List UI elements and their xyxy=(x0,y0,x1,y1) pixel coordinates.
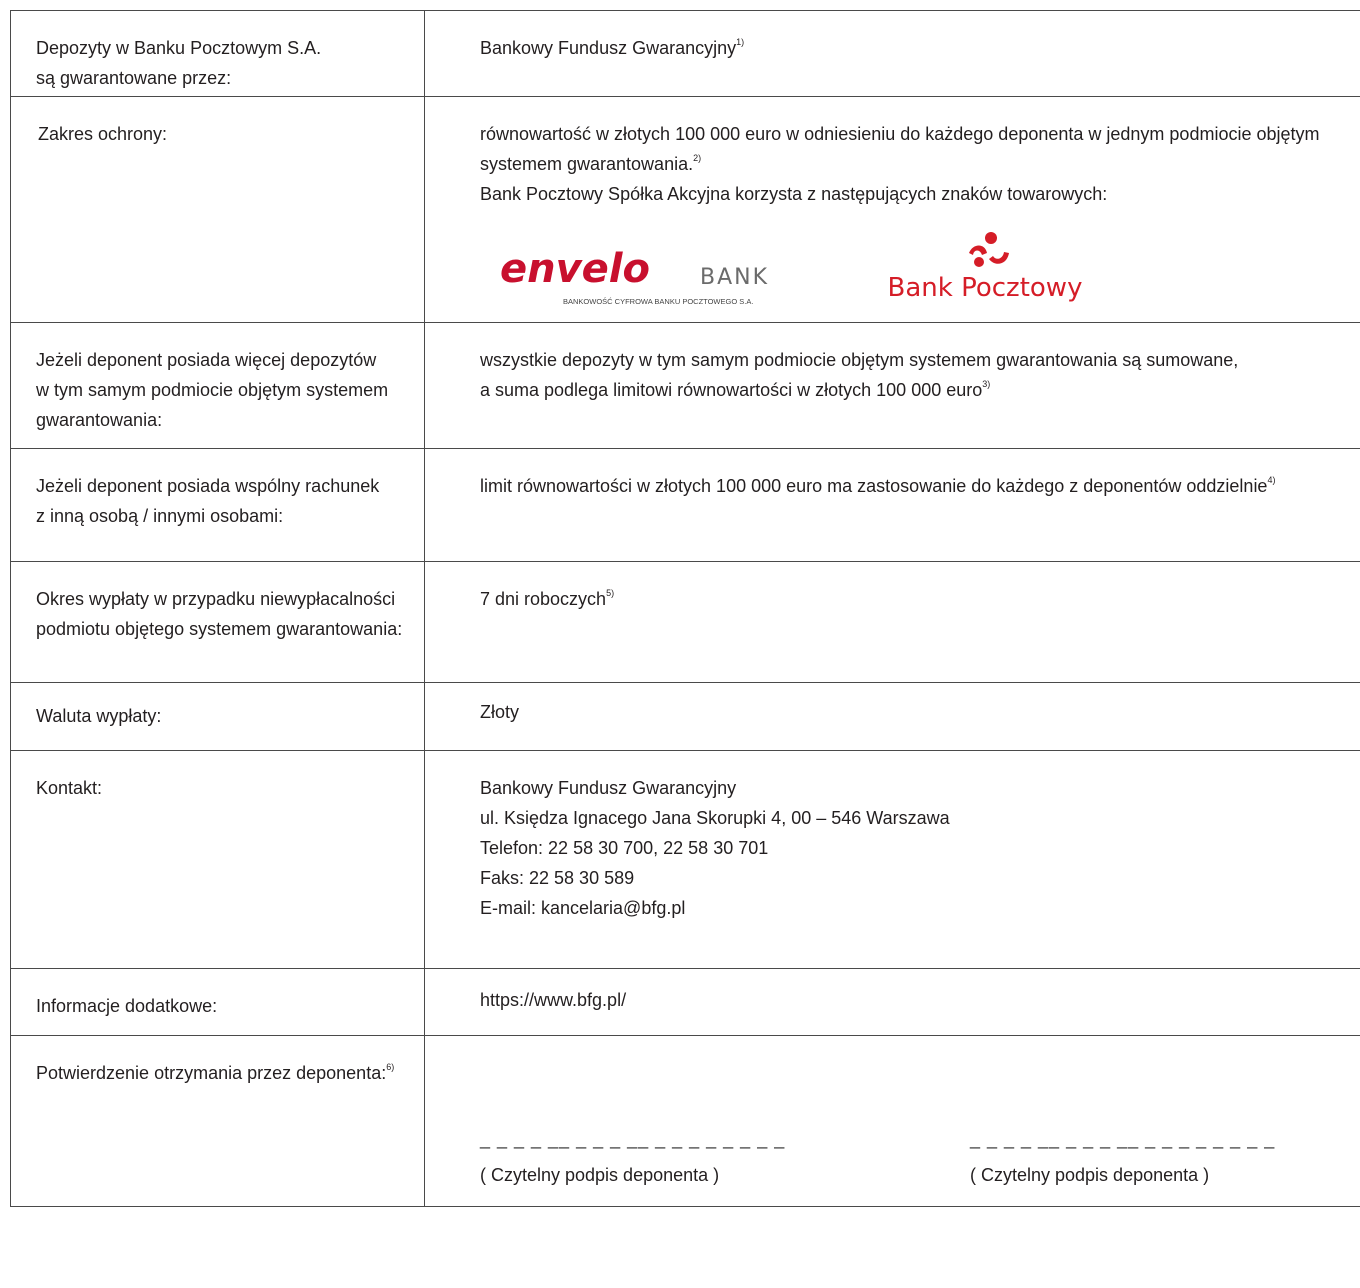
label-text: Kontakt: xyxy=(36,778,103,798)
value-zakres: równowartość w złotych 100 000 euro w od… xyxy=(424,96,1360,323)
label-kontakt: Kontakt: xyxy=(10,750,425,969)
contact-phone: Telefon: 22 58 30 700, 22 58 30 701 xyxy=(480,838,769,858)
value-text: a suma podlega limitowi równowartości w … xyxy=(480,380,983,400)
row-kontakt: Kontakt: Bankowy Fundusz Gwarancyjny ul.… xyxy=(10,750,1360,969)
bank-pocztowy-logo: Bank Pocztowy xyxy=(880,231,1090,307)
value-wiecej: wszystkie depozyty w tym samym podmiocie… xyxy=(424,322,1360,449)
row-zakres: Zakres ochrony: równowartość w złotych 1… xyxy=(10,96,1360,323)
value-text: wszystkie depozyty w tym samym podmiocie… xyxy=(480,350,1239,370)
footnote-marker: 5) xyxy=(606,588,615,598)
label-text: w tym samym podmiocie objętym systemem xyxy=(36,380,389,400)
label-wiecej: Jeżeli deponent posiada więcej depozytów… xyxy=(10,322,425,449)
value-text: Bankowy Fundusz Gwarancyjny xyxy=(480,38,737,58)
envelo-bank-logo: envelo BANK BANKOWOŚĆ CYFROWA BANKU POCZ… xyxy=(500,237,800,307)
value-wspolny: limit równowartości w złotych 100 000 eu… xyxy=(424,448,1360,562)
label-potwierdzenie: Potwierdzenie otrzymania przez deponenta… xyxy=(10,1035,425,1207)
contact-name: Bankowy Fundusz Gwarancyjny xyxy=(480,778,737,798)
signature-line: _ _ _ _ __ _ _ _ __ _ _ _ _ _ _ _ _ xyxy=(480,1129,786,1149)
signature-field-2: _ _ _ _ __ _ _ _ __ _ _ _ _ _ _ _ _ ( Cz… xyxy=(970,1124,1275,1190)
footnote-marker: 1) xyxy=(736,37,745,47)
label-text: Jeżeli deponent posiada wspólny rachunek xyxy=(36,476,380,496)
signature-line: _ _ _ _ __ _ _ _ __ _ _ _ _ _ _ _ _ xyxy=(970,1129,1276,1149)
label-wspolny: Jeżeli deponent posiada wspólny rachunek… xyxy=(10,448,425,562)
label-okres: Okres wypłaty w przypadku niewypłacalnoś… xyxy=(10,561,425,683)
label-waluta: Waluta wypłaty: xyxy=(10,682,425,751)
row-wspolny: Jeżeli deponent posiada wspólny rachunek… xyxy=(10,448,1360,562)
trademark-logos: envelo BANK BANKOWOŚĆ CYFROWA BANKU POCZ… xyxy=(480,231,1360,307)
signature-area: _ _ _ _ __ _ _ _ __ _ _ _ _ _ _ _ _ ( Cz… xyxy=(425,1036,1360,1206)
contact-email: E-mail: kancelaria@bfg.pl xyxy=(480,898,686,918)
label-zakres: Zakres ochrony: xyxy=(10,96,425,323)
bank-pocztowy-logo-word: Bank Pocztowy xyxy=(887,273,1083,303)
value-text: Złoty xyxy=(480,702,520,722)
label-text: Depozyty w Banku Pocztowym S.A. xyxy=(36,38,322,58)
label-text: z inną osobą / innymi osobami: xyxy=(36,506,284,526)
envelo-logo-tagline: BANKOWOŚĆ CYFROWA BANKU POCZTOWEGO S.A. xyxy=(563,297,754,306)
label-info: Informacje dodatkowe: xyxy=(10,968,425,1036)
signature-field-1: _ _ _ _ __ _ _ _ __ _ _ _ _ _ _ _ _ ( Cz… xyxy=(480,1124,785,1190)
signature-caption: ( Czytelny podpis deponenta ) xyxy=(970,1165,1210,1185)
contact-address: ul. Księdza Ignacego Jana Skorupki 4, 00… xyxy=(480,808,950,828)
value-waluta: Złoty xyxy=(424,682,1360,751)
label-text: Informacje dodatkowe: xyxy=(36,996,218,1016)
envelo-logo-word: envelo xyxy=(500,246,650,292)
row-okres: Okres wypłaty w przypadku niewypłacalnoś… xyxy=(10,561,1360,683)
value-info: https://www.bfg.pl/ xyxy=(424,968,1360,1036)
label-text: gwarantowania: xyxy=(36,410,163,430)
value-depozyty: Bankowy Fundusz Gwarancyjny1) xyxy=(424,10,1360,97)
value-potwierdzenie: _ _ _ _ __ _ _ _ __ _ _ _ _ _ _ _ _ ( Cz… xyxy=(424,1035,1360,1207)
row-info: Informacje dodatkowe: https://www.bfg.pl… xyxy=(10,968,1360,1036)
deposit-guarantee-table: Depozyty w Banku Pocztowym S.A. są gwara… xyxy=(10,10,1360,1207)
footnote-marker: 2) xyxy=(693,153,702,163)
value-text: 7 dni roboczych xyxy=(480,589,607,609)
footnote-marker: 6) xyxy=(386,1062,395,1072)
row-wiecej: Jeżeli deponent posiada więcej depozytów… xyxy=(10,322,1360,449)
label-text: Waluta wypłaty: xyxy=(36,706,162,726)
label-depozyty: Depozyty w Banku Pocztowym S.A. są gwara… xyxy=(10,10,425,97)
footnote-marker: 4) xyxy=(1267,475,1276,485)
signature-caption: ( Czytelny podpis deponenta ) xyxy=(480,1165,720,1185)
contact-fax: Faks: 22 58 30 589 xyxy=(480,868,635,888)
label-text: Okres wypłaty w przypadku niewypłacalnoś… xyxy=(36,589,396,609)
label-text: Jeżeli deponent posiada więcej depozytów xyxy=(36,350,377,370)
label-text: podmiotu objętego systemem gwarantowania… xyxy=(36,619,403,639)
label-text: Potwierdzenie otrzymania przez deponenta… xyxy=(36,1063,387,1083)
label-text: Zakres ochrony: xyxy=(38,124,168,144)
envelo-logo-bank: BANK xyxy=(700,265,770,290)
row-potwierdzenie: Potwierdzenie otrzymania przez deponenta… xyxy=(10,1035,1360,1207)
row-waluta: Waluta wypłaty: Złoty xyxy=(10,682,1360,751)
bank-pocztowy-emblem-icon xyxy=(969,232,1009,267)
value-text: Bank Pocztowy Spółka Akcyjna korzysta z … xyxy=(480,184,1108,204)
row-depozyty: Depozyty w Banku Pocztowym S.A. są gwara… xyxy=(10,10,1360,97)
label-text: są gwarantowane przez: xyxy=(36,68,232,88)
value-okres: 7 dni roboczych5) xyxy=(424,561,1360,683)
value-kontakt: Bankowy Fundusz Gwarancyjny ul. Księdza … xyxy=(424,750,1360,969)
bfg-website-link: https://www.bfg.pl/ xyxy=(480,990,627,1010)
value-text: limit równowartości w złotych 100 000 eu… xyxy=(480,476,1268,496)
value-text: równowartość w złotych 100 000 euro w od… xyxy=(480,124,1320,144)
footnote-marker: 3) xyxy=(982,379,991,389)
value-text: systemem gwarantowania. xyxy=(480,154,694,174)
